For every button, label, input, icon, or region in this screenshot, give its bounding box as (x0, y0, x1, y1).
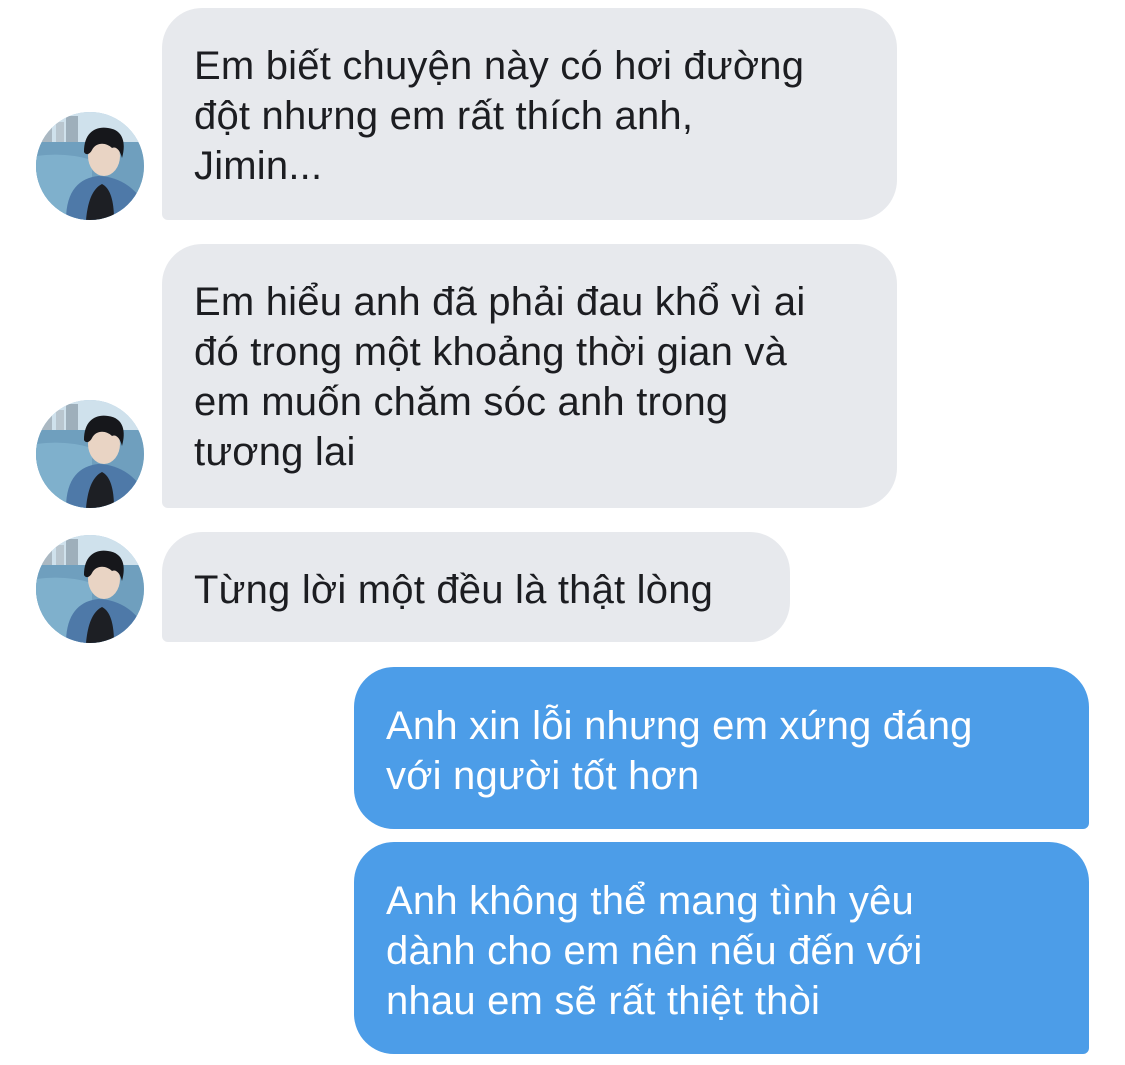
contact-avatar[interactable] (36, 535, 144, 643)
avatar-photo-icon (36, 112, 144, 220)
contact-avatar[interactable] (36, 400, 144, 508)
message-bubble-outgoing[interactable]: Anh xin lỗi nhưng em xứng đáng với người… (354, 667, 1089, 829)
avatar-photo-icon (36, 400, 144, 508)
message-bubble-outgoing[interactable]: Anh không thể mang tình yêu dành cho em … (354, 842, 1089, 1054)
avatar-photo-icon (36, 535, 144, 643)
message-bubble-incoming[interactable]: Em biết chuyện này có hơi đường đột nhưn… (162, 8, 897, 220)
message-bubble-incoming[interactable]: Từng lời một đều là thật lòng (162, 532, 790, 642)
message-bubble-incoming[interactable]: Em hiểu anh đã phải đau khổ vì ai đó tro… (162, 244, 897, 508)
contact-avatar[interactable] (36, 112, 144, 220)
